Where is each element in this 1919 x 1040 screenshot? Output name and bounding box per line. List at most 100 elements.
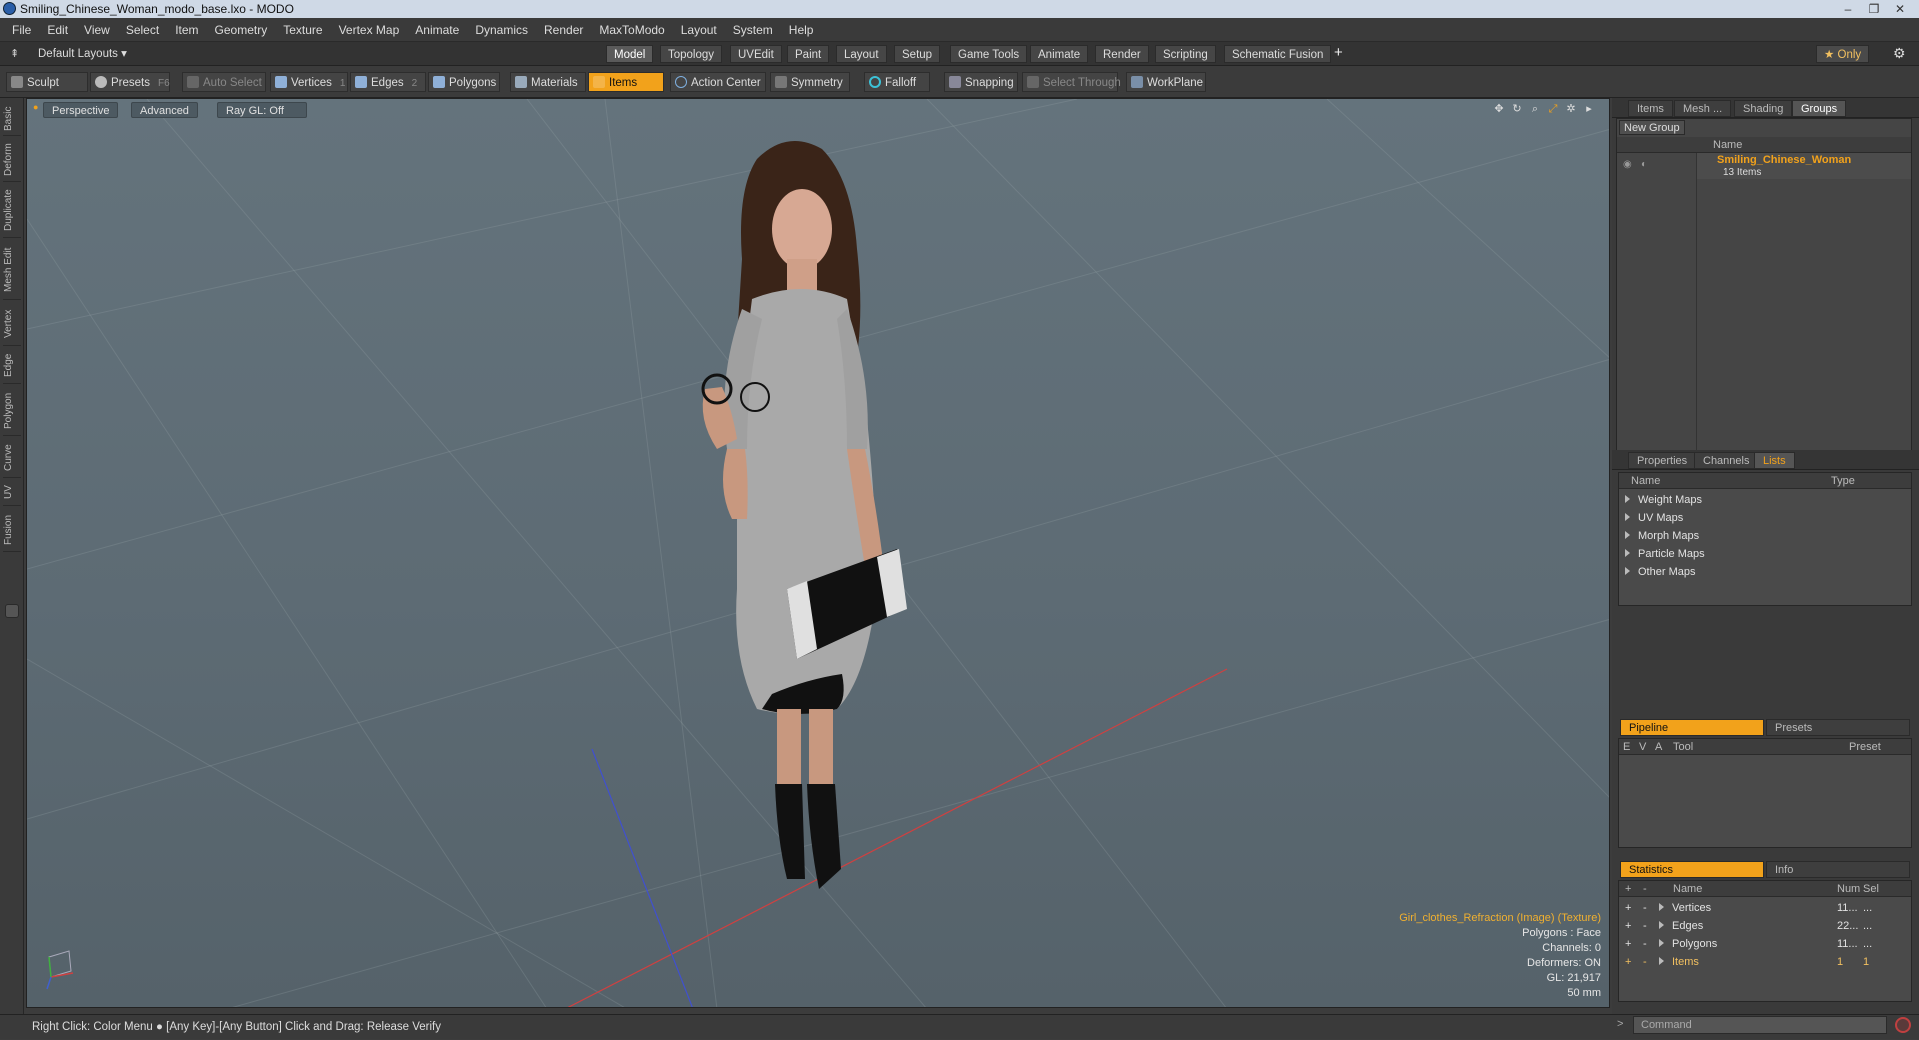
tab-layout[interactable]: Layout [836,45,887,63]
group-name[interactable]: Smiling_Chinese_Woman [1717,154,1851,166]
symmetry-button[interactable]: Symmetry [770,72,850,92]
strip-toggle-button[interactable] [5,604,19,618]
3d-viewport[interactable]: ● Perspective Advanced Ray GL: Off ✥ ↻ ⌕… [26,98,1610,1008]
stats-row-edges[interactable]: + - Edges 22... ... [1619,917,1911,935]
tab-setup[interactable]: Setup [894,45,941,63]
select-through-button[interactable]: Select Through [1022,72,1121,92]
menu-texture[interactable]: Texture [275,23,330,37]
select-through-icon [1027,76,1039,88]
eye-icon[interactable]: ◉ [1623,159,1632,170]
advanced-dropdown[interactable]: Advanced [131,102,198,118]
close-button[interactable]: ✕ [1887,0,1913,18]
tab-properties[interactable]: Properties [1628,452,1697,469]
rotate-view-icon[interactable]: ↻ [1511,103,1523,115]
menu-layout[interactable]: Layout [673,23,725,37]
materials-button[interactable]: Materials [510,72,586,92]
presets-icon [95,76,107,88]
menu-dynamics[interactable]: Dynamics [467,23,536,37]
only-toggle[interactable]: ★ Only [1816,45,1870,63]
command-history-icon[interactable] [1895,1017,1911,1033]
menu-file[interactable]: File [4,23,39,37]
add-tab-button[interactable]: + [1334,44,1343,61]
layout-lock-icon[interactable]: ⇞ [10,47,19,60]
perspective-dropdown[interactable]: Perspective [43,102,119,118]
tab-vertex[interactable]: Vertex [3,302,21,346]
tab-pipeline[interactable]: Pipeline [1620,719,1764,736]
stats-row-items[interactable]: + - Items 1 1 [1619,953,1911,971]
lock-icon[interactable]: ◐ [1641,159,1647,170]
edges-button[interactable]: Edges 2 [350,72,426,92]
sculpt-button[interactable]: Sculpt [6,72,88,92]
move-view-icon[interactable]: ✥ [1493,103,1505,115]
tab-duplicate[interactable]: Duplicate [3,184,21,238]
minimize-button[interactable]: – [1835,0,1861,18]
maximize-button[interactable]: ❐ [1861,0,1887,18]
tab-mesh-edit[interactable]: Mesh Edit [3,240,21,300]
menu-edit[interactable]: Edit [39,23,76,37]
vertices-button[interactable]: Vertices 1 [270,72,348,92]
tab-deform[interactable]: Deform [3,138,21,182]
action-center-button[interactable]: Action Center [670,72,766,92]
menu-system[interactable]: System [725,23,781,37]
menu-select[interactable]: Select [118,23,167,37]
tab-polygon[interactable]: Polygon [3,386,21,436]
tab-paint[interactable]: Paint [787,45,830,63]
raygl-toggle[interactable]: Ray GL: Off [217,102,307,118]
tab-info[interactable]: Info [1766,861,1910,878]
menu-render[interactable]: Render [536,23,591,37]
items-button[interactable]: Items [588,72,664,92]
menu-view[interactable]: View [76,23,118,37]
list-item[interactable]: Particle Maps [1619,545,1911,563]
tab-model[interactable]: Model [606,45,654,63]
menu-help[interactable]: Help [781,23,822,37]
tab-edge[interactable]: Edge [3,348,21,384]
tab-shading[interactable]: Shading [1734,100,1793,117]
viewport-dot-icon[interactable]: ● [33,102,38,112]
menu-animate[interactable]: Animate [407,23,467,37]
stats-row-vertices[interactable]: + - Vertices 11... ... [1619,899,1911,917]
menu-vertex-map[interactable]: Vertex Map [331,23,408,37]
tab-uv[interactable]: UV [3,480,21,506]
gear-icon[interactable]: ⚙ [1893,45,1906,62]
stats-row-polygons[interactable]: + - Polygons 11... ... [1619,935,1911,953]
tab-presets[interactable]: Presets [1766,719,1910,736]
snapping-button[interactable]: Snapping [944,72,1018,92]
tab-mesh[interactable]: Mesh ... [1674,100,1732,117]
tab-animate[interactable]: Animate [1030,45,1089,63]
tab-schematic-fusion[interactable]: Schematic Fusion [1224,45,1332,63]
viewport-expand-icon[interactable]: ▸ [1583,103,1595,115]
character-model [701,141,907,889]
list-item[interactable]: Morph Maps [1619,527,1911,545]
tab-uvedit[interactable]: UVEdit [730,45,782,63]
tab-statistics[interactable]: Statistics [1620,861,1764,878]
list-item[interactable]: Other Maps [1619,563,1911,581]
command-input[interactable]: Command [1633,1016,1887,1034]
viewport-settings-icon[interactable]: ✲ [1565,103,1577,115]
tab-topology[interactable]: Topology [660,45,723,63]
fit-view-icon[interactable]: ⤢ [1547,103,1559,115]
tab-channels[interactable]: Channels [1694,452,1759,469]
zoom-view-icon[interactable]: ⌕ [1529,103,1541,115]
menu-maxtomodo[interactable]: MaxToModo [591,23,672,37]
tab-items[interactable]: Items [1628,100,1673,117]
polygons-button[interactable]: Polygons [428,72,500,92]
new-group-button[interactable]: New Group [1619,120,1685,135]
tab-groups[interactable]: Groups [1792,100,1847,117]
tab-curve[interactable]: Curve [3,438,21,478]
list-item[interactable]: Weight Maps [1619,491,1911,509]
falloff-button[interactable]: Falloff [864,72,930,92]
group-row[interactable]: Smiling_Chinese_Woman 13 Items [1697,153,1911,179]
tab-render[interactable]: Render [1095,45,1149,63]
tab-fusion[interactable]: Fusion [3,508,21,552]
tab-scripting[interactable]: Scripting [1155,45,1216,63]
default-layouts-dropdown[interactable]: Default Layouts ▾ [38,46,127,60]
tab-lists[interactable]: Lists [1754,452,1795,469]
tab-basic[interactable]: Basic [3,102,21,136]
presets-button[interactable]: Presets F6 [90,72,170,92]
auto-select-button[interactable]: Auto Select [182,72,266,92]
menu-geometry[interactable]: Geometry [207,23,276,37]
list-item[interactable]: UV Maps [1619,509,1911,527]
workplane-button[interactable]: WorkPlane [1126,72,1206,92]
tab-game-tools[interactable]: Game Tools [950,45,1028,63]
menu-item[interactable]: Item [167,23,206,37]
